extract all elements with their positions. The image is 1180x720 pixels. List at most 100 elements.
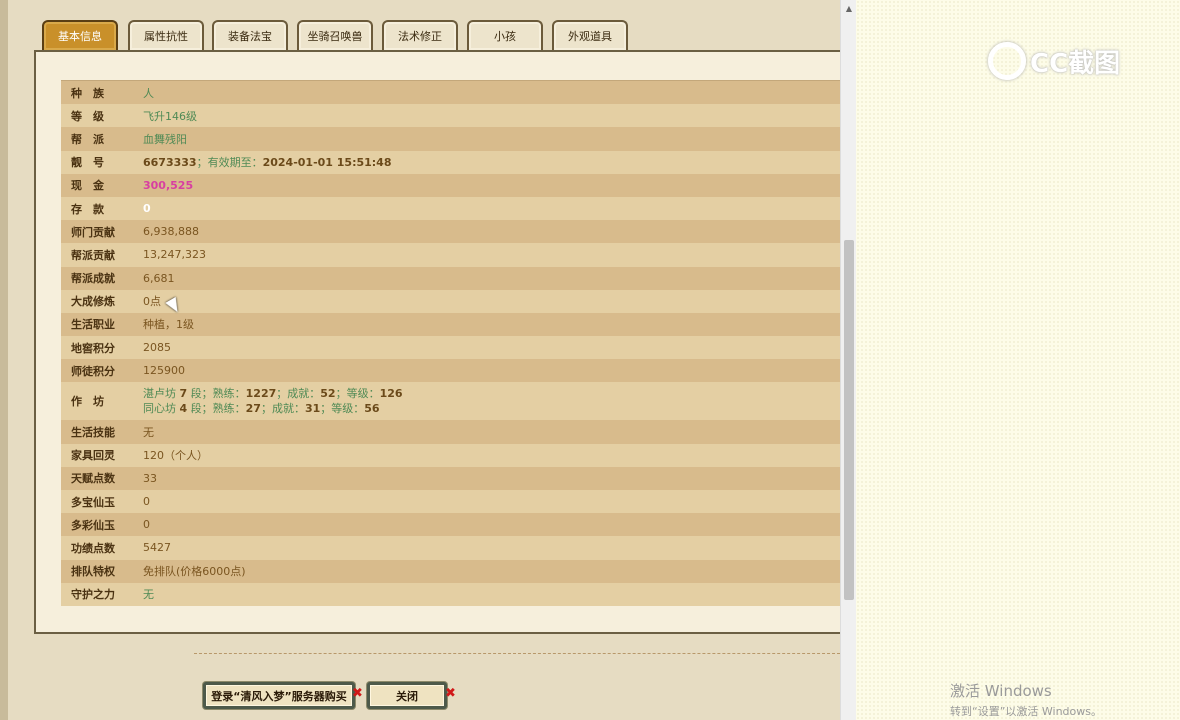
tab-equipment[interactable]: 装备法宝 [212, 20, 288, 50]
row-value: 300,525 [143, 178, 194, 192]
table-row-workshop: 作 坊 湛卢坊 7 段；熟练：1227；成就：52；等级：126 同心坊 4 段… [61, 382, 840, 421]
close-button[interactable]: 关闭 [367, 682, 447, 709]
cc-screenshot-logo: CC截图 [988, 42, 1120, 80]
row-value: 0 [143, 518, 150, 532]
row-value: 血舞残阳 [143, 132, 187, 146]
workshop-lvl: 56 [364, 402, 380, 416]
table-row-talent: 天赋点数 33 [61, 466, 840, 490]
row-value: 125900 [143, 364, 185, 378]
windows-activation-watermark: 激活 Windows 转到“设置”以激活 Windows。 [950, 680, 1102, 719]
table-row-faction-contrib: 帮派贡献 13,247,323 [61, 243, 840, 267]
table-row-furniture: 家具回灵 120（个人） [61, 443, 840, 467]
logo-ring-icon [988, 42, 1026, 80]
workshop-ach: 52 [320, 387, 336, 401]
row-value: 0 [143, 202, 151, 216]
divider [194, 653, 840, 654]
activation-subtitle: 转到“设置”以激活 Windows。 [950, 705, 1102, 718]
close-x-icon: ✖ [352, 686, 363, 701]
row-label: 排队特权 [71, 565, 115, 579]
table-row-life-skill: 生活技能 无 [61, 420, 840, 444]
row-label: 存 款 [71, 202, 104, 216]
close-x-icon: ✖ [445, 686, 456, 701]
row-value: 5427 [143, 541, 171, 555]
workshop-line: 湛卢坊 7 段；熟练：1227；成就：52；等级：126 [143, 386, 403, 401]
row-label: 作 坊 [71, 395, 104, 409]
row-label: 功绩点数 [71, 541, 115, 555]
row-label: 帮派贡献 [71, 248, 115, 262]
table-row-school-contrib: 师门贡献 6,938,888 [61, 220, 840, 244]
scroll-up-arrow-icon[interactable]: ▲ [841, 0, 857, 16]
row-label: 多彩仙玉 [71, 518, 115, 532]
row-value: 120（个人） [143, 449, 208, 463]
logo-text: CC截图 [1030, 48, 1121, 79]
row-label: 现 金 [71, 179, 104, 193]
row-value: 2085 [143, 341, 171, 355]
row-value: 无 [143, 426, 154, 440]
background-pane [856, 0, 1180, 720]
workshop-num: 7 [179, 387, 188, 401]
tab-spell-mods[interactable]: 法术修正 [382, 20, 458, 50]
table-row-cellar-points: 地窖积分 2085 [61, 336, 840, 360]
workshop-lvl: 126 [379, 387, 403, 401]
workshop-ach-label: ；成就： [260, 402, 305, 416]
row-value: 人 [143, 86, 154, 100]
tab-mounts-pets[interactable]: 坐骑召唤兽 [297, 20, 373, 50]
id-number: 6673333 [143, 156, 197, 170]
table-row-cash: 现 金 300,525 [61, 173, 840, 197]
tab-basic-info[interactable]: 基本信息 [42, 20, 118, 50]
id-expiry: 2024-01-01 15:51:48 [262, 156, 392, 170]
id-expiry-label: 有效期至： [207, 156, 263, 170]
row-label: 等 级 [71, 109, 104, 123]
workshop-skill: 1227 [245, 387, 277, 401]
table-row-id: 靓 号 6673333；有效期至：2024-01-01 15:51:48 [61, 150, 840, 174]
workshop-ach: 31 [304, 402, 321, 416]
login-buy-button[interactable]: 登录“清风入梦”服务器购买 [203, 682, 355, 709]
info-table: 种 族 人 等 级 飞升146级 帮 派 血舞残阳 靓 号 6673333；有效… [61, 80, 840, 606]
row-label: 守护之力 [71, 588, 115, 602]
row-value: 飞升146级 [143, 109, 197, 123]
row-label: 生活技能 [71, 426, 115, 440]
tab-appearance[interactable]: 外观道具 [552, 20, 628, 50]
row-label: 师徒积分 [71, 364, 115, 378]
table-row-duocai: 多彩仙玉 0 [61, 513, 840, 537]
row-value: 湛卢坊 7 段；熟练：1227；成就：52；等级：126 同心坊 4 段；熟练：… [143, 386, 403, 416]
workshop-seg: 段；熟练： [190, 402, 246, 416]
tab-children[interactable]: 小孩 [467, 20, 543, 50]
workshop-seg: 段；熟练： [190, 387, 246, 401]
row-label: 生活职业 [71, 318, 115, 332]
table-row-faction: 帮 派 血舞残阳 [61, 127, 840, 151]
table-row-deposit: 存 款 0 [61, 196, 840, 221]
workshop-skill: 27 [245, 402, 261, 416]
tab-attributes[interactable]: 属性抗性 [128, 20, 204, 50]
row-value: 0 [143, 495, 150, 509]
id-sep: ； [196, 156, 208, 170]
workshop-line: 同心坊 4 段；熟练：27；成就：31；等级：56 [143, 401, 403, 416]
row-value: 无 [143, 588, 154, 602]
vertical-scrollbar[interactable]: ▲ [840, 0, 857, 720]
row-label: 家具回灵 [71, 449, 115, 463]
activation-title: 激活 Windows [950, 682, 1052, 700]
workshop-name: 同心坊 [143, 402, 176, 416]
table-row-life-job: 生活职业 种植，1级 [61, 312, 840, 337]
workshop-name: 湛卢坊 [143, 387, 176, 401]
row-label: 天赋点数 [71, 472, 115, 486]
scroll-thumb[interactable] [844, 240, 854, 600]
table-row-duobao: 多宝仙玉 0 [61, 490, 840, 514]
row-label: 靓 号 [71, 156, 104, 170]
row-label: 种 族 [71, 86, 104, 100]
row-label: 师门贡献 [71, 225, 115, 239]
row-value: 种植，1级 [143, 318, 194, 332]
workshop-lvl-label: ；等级： [335, 387, 380, 401]
row-label: 地窖积分 [71, 341, 115, 355]
table-row-merit: 功绩点数 5427 [61, 536, 840, 560]
row-value: 6673333；有效期至：2024-01-01 15:51:48 [143, 154, 392, 170]
row-value: 免排队(价格6000点) [143, 565, 246, 579]
workshop-lvl-label: ；等级： [320, 402, 365, 416]
workshop-ach-label: ；成就： [276, 387, 321, 401]
workshop-num: 4 [179, 402, 188, 416]
table-row-race: 种 族 人 [61, 81, 840, 105]
row-value: 0点 [143, 295, 161, 309]
row-value: 6,938,888 [143, 225, 199, 239]
row-label: 帮 派 [71, 132, 104, 146]
table-row-apprentice-points: 师徒积分 125900 [61, 359, 840, 383]
